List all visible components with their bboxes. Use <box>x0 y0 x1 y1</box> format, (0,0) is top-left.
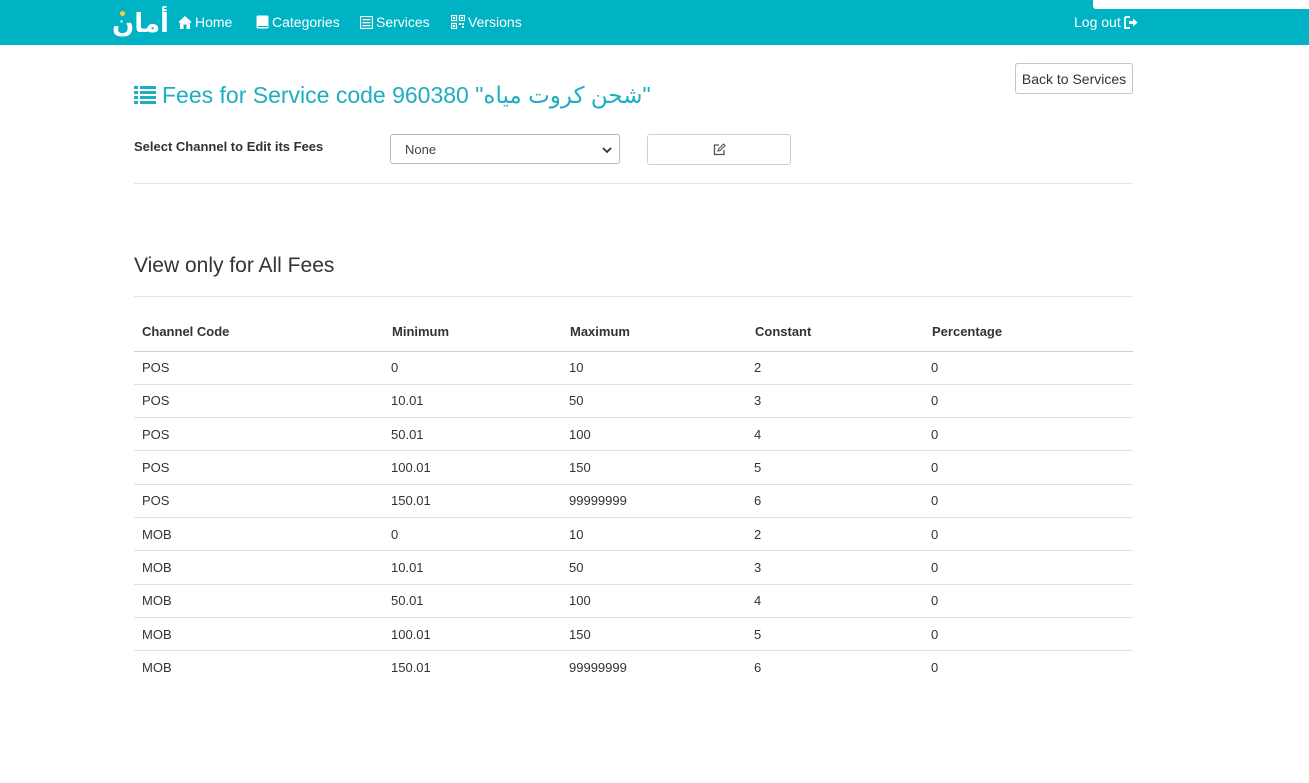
table-row: POS 0 10 2 0 <box>134 351 1133 385</box>
book-icon <box>256 15 269 29</box>
nav-categories-label: Categories <box>272 14 340 30</box>
table-row: POS 150.01 99999999 6 0 <box>134 484 1133 518</box>
cell-channel-code: MOB <box>134 550 384 585</box>
cell-percentage: 0 <box>924 351 1133 385</box>
cell-channel-code: POS <box>134 384 384 419</box>
brand-logo[interactable]: أمان <box>112 8 169 38</box>
table-row: MOB 0 10 2 0 <box>134 517 1133 552</box>
table-row: MOB 100.01 150 5 0 <box>134 617 1133 652</box>
cell-percentage: 0 <box>924 584 1133 618</box>
fees-table: Channel Code Minimum Maximum Constant Pe… <box>134 313 1133 684</box>
cell-percentage: 0 <box>924 450 1133 485</box>
cell-minimum: 100.01 <box>384 617 562 652</box>
cell-minimum: 150.01 <box>391 660 431 676</box>
cell-channel-code: MOB <box>142 660 172 676</box>
logout-icon <box>1123 15 1138 29</box>
cell-minimum: 10.01 <box>384 384 562 419</box>
cell-percentage: 0 <box>924 517 1133 552</box>
cell-constant: 5 <box>747 617 924 652</box>
cell-minimum: 0 <box>384 351 562 385</box>
edit-fees-button[interactable] <box>647 134 791 165</box>
cell-percentage: 0 <box>924 484 1133 518</box>
cell-maximum: 10 <box>562 517 747 552</box>
cell-minimum: 50.01 <box>384 584 562 618</box>
cell-minimum: 50.01 <box>384 417 562 452</box>
table-row: POS 50.01 100 4 0 <box>134 417 1133 452</box>
chevron-down-icon <box>602 147 612 154</box>
logout-label: Log out <box>1074 14 1121 30</box>
cell-minimum: 0 <box>384 517 562 552</box>
cell-channel-code: POS <box>134 417 384 452</box>
search-box-edge[interactable] <box>1093 0 1309 9</box>
cell-percentage: 0 <box>924 617 1133 652</box>
divider <box>134 296 1133 297</box>
top-navbar: أمان Home Categories Services Versions L… <box>0 0 1309 45</box>
cell-maximum: 100 <box>562 584 747 618</box>
cell-percentage: 0 <box>924 550 1133 585</box>
cell-maximum: 99999999 <box>569 660 627 676</box>
column-header-channel-code: Channel Code <box>134 313 384 352</box>
cell-minimum: 150.01 <box>384 484 562 518</box>
table-row: POS 10.01 50 3 0 <box>134 384 1133 419</box>
list-icon <box>134 86 156 104</box>
home-icon <box>178 15 192 29</box>
column-header-percentage: Percentage <box>924 313 1133 352</box>
cell-maximum: 50 <box>562 384 747 419</box>
cell-channel-code: POS <box>134 450 384 485</box>
nav-versions-label: Versions <box>468 14 522 30</box>
cell-channel-code: POS <box>134 484 384 518</box>
cell-constant: 4 <box>747 417 924 452</box>
cell-percentage: 0 <box>924 417 1133 452</box>
list-icon <box>360 15 373 29</box>
nav-home[interactable]: Home <box>178 12 232 32</box>
cell-channel-code: MOB <box>134 584 384 618</box>
cell-constant: 6 <box>754 660 762 676</box>
cell-constant: 2 <box>747 351 924 385</box>
cell-maximum: 50 <box>562 550 747 585</box>
page-title: Fees for Service code 960380 "شحن كروت م… <box>134 80 651 110</box>
cell-channel-code: MOB <box>134 617 384 652</box>
nav-services-label: Services <box>376 14 430 30</box>
logo-dot <box>120 11 125 16</box>
column-header-maximum: Maximum <box>562 313 747 352</box>
cell-minimum: 10.01 <box>384 550 562 585</box>
column-header-minimum: Minimum <box>384 313 562 352</box>
cell-constant: 4 <box>747 584 924 618</box>
cell-percentage: 0 <box>931 660 939 676</box>
table-row: MOB 150.01 99999999 6 0 <box>134 651 1133 684</box>
table-row: POS 100.01 150 5 0 <box>134 450 1133 485</box>
cell-constant: 5 <box>747 450 924 485</box>
nav-versions[interactable]: Versions <box>451 12 522 32</box>
cell-maximum: 150 <box>562 617 747 652</box>
select-channel-label: Select Channel to Edit its Fees <box>134 139 324 154</box>
cell-maximum: 100 <box>562 417 747 452</box>
page-title-text: Fees for Service code 960380 "شحن كروت م… <box>162 81 651 108</box>
section-title: View only for All Fees <box>134 254 335 277</box>
channel-select[interactable]: None <box>390 134 620 164</box>
cell-percentage: 0 <box>924 384 1133 419</box>
cell-maximum: 10 <box>562 351 747 385</box>
back-to-services-button[interactable]: Back to Services <box>1015 63 1133 94</box>
cell-constant: 3 <box>747 550 924 585</box>
table-header-row: Channel Code Minimum Maximum Constant Pe… <box>134 313 1133 352</box>
column-header-constant: Constant <box>747 313 924 352</box>
channel-select-value: None <box>405 141 437 157</box>
edit-icon <box>713 143 726 156</box>
logout-link[interactable]: Log out <box>1074 12 1138 32</box>
nav-categories[interactable]: Categories <box>256 12 340 32</box>
cell-constant: 2 <box>747 517 924 552</box>
cell-maximum: 99999999 <box>562 484 747 518</box>
table-row: MOB 50.01 100 4 0 <box>134 584 1133 618</box>
nav-services[interactable]: Services <box>360 12 430 32</box>
cell-channel-code: POS <box>134 351 384 385</box>
nav-home-label: Home <box>195 14 233 30</box>
qrcode-icon <box>451 15 465 29</box>
cell-channel-code: MOB <box>134 517 384 552</box>
cell-minimum: 100.01 <box>384 450 562 485</box>
cell-constant: 3 <box>747 384 924 419</box>
table-row: MOB 10.01 50 3 0 <box>134 550 1133 585</box>
cell-maximum: 150 <box>562 450 747 485</box>
divider <box>134 183 1133 184</box>
cell-constant: 6 <box>747 484 924 518</box>
